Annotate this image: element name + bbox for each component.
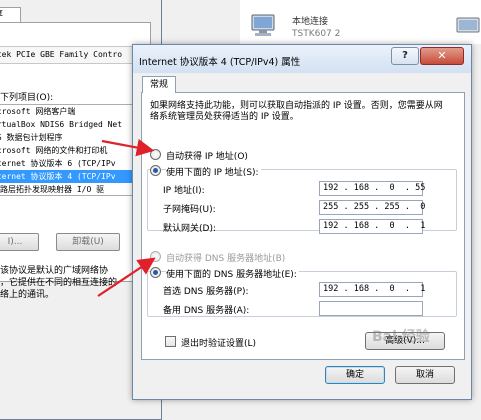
tab-general[interactable]: 常规 (142, 76, 176, 93)
watermark: Bai 经验 (372, 329, 430, 345)
